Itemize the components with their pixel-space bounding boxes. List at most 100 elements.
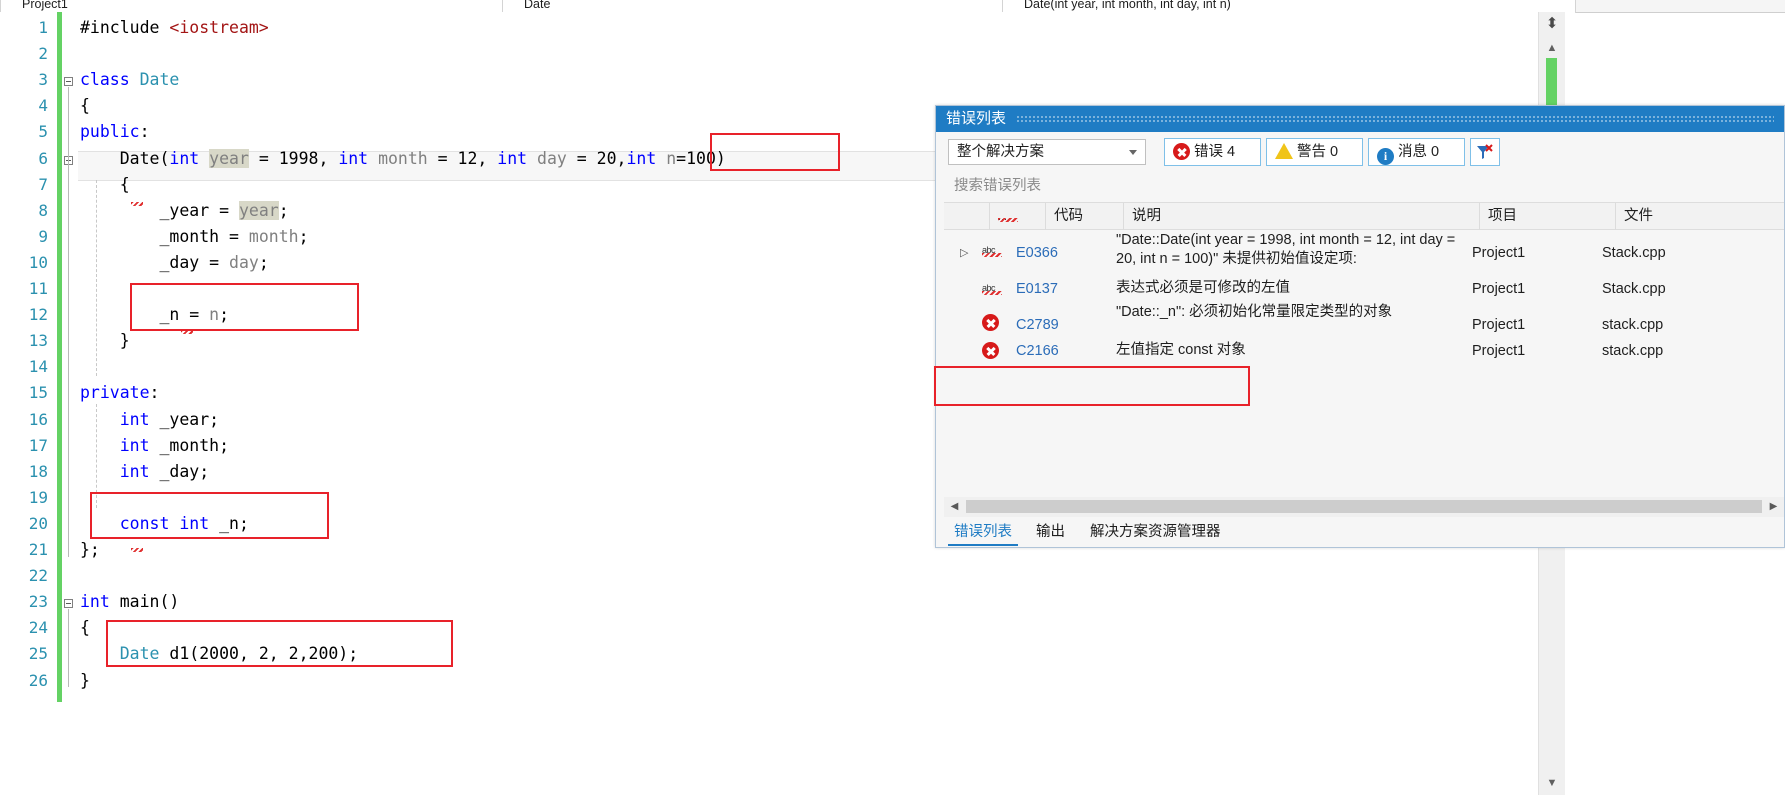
code-line: _month = month; (80, 226, 309, 246)
line-number: 5 (38, 122, 48, 142)
error-description: "Date::_n": 必须初始化常量限定类型的对象 (1116, 304, 1393, 320)
line-number: 2 (38, 44, 48, 64)
tab-solution-explorer[interactable]: 解决方案资源管理器 (1084, 520, 1227, 544)
table-row[interactable]: ▷ abc E0366 "Date::Date(int year = 1998, in… (944, 230, 1784, 278)
vs-ide-screenshot: Project1 Date Date(int year, int month, … (0, 0, 1785, 795)
line-number: 11 (28, 279, 48, 298)
line-number-gutter: 1 2 3 4 5 6 7 8 9 10 11 12 13 14 15 16 17 18 19 20 21 22 23 24 2… (0, 12, 56, 782)
table-row[interactable]: abc E0137 表达式必须是可修改的左值 Project1 Stack.cpp (944, 278, 1784, 302)
column-header-project[interactable]: 项目 (1480, 203, 1616, 230)
scope-filter-dropdown[interactable]: 整个解决方案 (948, 139, 1146, 165)
line-number: 4 (38, 96, 48, 116)
code-line: _day = day; (80, 252, 269, 272)
intellisense-error-icon: abc (982, 280, 1012, 299)
outlining-connector (68, 609, 69, 688)
error-list-horizontal-scrollbar[interactable]: ◀ ▶ (944, 497, 1784, 517)
error-code: E0137 (1016, 281, 1058, 297)
scope-filter-value: 整个解决方案 (957, 144, 1044, 160)
error-description: "Date::Date(int year = 1998, int month =… (1116, 232, 1456, 267)
code-line: Date(int year = 1998, int month = 12, in… (80, 148, 726, 168)
line-number: 26 (28, 670, 48, 690)
code-line: class Date (80, 70, 180, 90)
search-input[interactable]: 搜索错误列表 (946, 174, 1776, 198)
chevron-down-icon (1129, 150, 1137, 155)
clear-filter-icon[interactable] (1470, 138, 1500, 166)
code-line: #include <iostream> (80, 18, 269, 37)
error-panel-tabs: 错误列表 输出 解决方案资源管理器 (944, 517, 1784, 547)
line-number: 16 (28, 409, 48, 429)
code-line: int _year; (119, 409, 220, 429)
outlining-column[interactable] (64, 12, 78, 782)
column-header-description[interactable]: 说明 (1124, 203, 1480, 230)
intellisense-error-icon: abc (982, 242, 1012, 261)
column-header-file[interactable]: 文件 (1616, 203, 1785, 230)
errors-filter-button[interactable]: 错误 4 (1164, 138, 1261, 166)
intellisense-icon: ⋯ (998, 207, 1018, 224)
code-line: Date d1(2000, 2, 2,200); (119, 644, 359, 664)
line-number: 21 (28, 540, 48, 559)
line-number: 22 (28, 566, 48, 586)
scroll-left-arrow[interactable]: ◀ (946, 498, 963, 515)
line-number: 15 (28, 383, 48, 403)
scroll-up-arrow[interactable]: ▲ (1544, 40, 1560, 56)
code-line: _year = year; (80, 200, 289, 220)
line-number: 24 (28, 618, 48, 638)
error-list-title-bar: 错误列表 (936, 106, 1784, 132)
hscrollbar-thumb[interactable] (966, 500, 1762, 513)
split-view-icon[interactable]: ⬍ (1543, 14, 1561, 34)
line-number: 13 (28, 331, 48, 351)
tab-output[interactable]: 输出 (1030, 520, 1071, 544)
column-header-code[interactable]: 代码 (1046, 203, 1124, 230)
line-number: 20 (28, 513, 48, 533)
table-row[interactable]: C2789 "Date::_n": 必须初始化常量限定类型的对象 Project1 s… (944, 302, 1784, 340)
line-number: 6 (38, 148, 48, 168)
messages-filter-button[interactable]: i 消息 0 (1368, 138, 1465, 166)
error-grid-header: ⋯ 代码 说明 项目 文件 (944, 202, 1784, 230)
messages-filter-label: 消息 0 (1398, 144, 1440, 160)
line-number: 17 (28, 435, 48, 455)
line-number: 9 (38, 226, 48, 246)
error-file: stack.cpp (1602, 343, 1664, 359)
warnings-filter-button[interactable]: 警告 0 (1266, 138, 1363, 166)
line-number: 14 (28, 357, 48, 377)
code-line: } (80, 331, 130, 351)
column-header-icon[interactable]: ⋯ (990, 203, 1046, 230)
code-line: { (80, 618, 90, 638)
code-line: int main() (80, 592, 180, 612)
indent-guide (96, 404, 97, 508)
error-squiggle (131, 548, 143, 552)
error-list-title: 错误列表 (946, 110, 1007, 127)
line-number: 7 (38, 174, 48, 194)
expand-triangle-icon[interactable]: ▷ (960, 244, 982, 263)
code-line: { (80, 174, 130, 194)
error-code: C2166 (1016, 343, 1059, 359)
warning-icon (1275, 143, 1293, 159)
error-file: Stack.cpp (1602, 281, 1666, 297)
error-project: Project1 (1472, 317, 1526, 333)
outlining-collapse-box[interactable] (64, 599, 73, 609)
warnings-filter-label: 警告 0 (1297, 144, 1339, 160)
error-file: stack.cpp (1602, 317, 1664, 333)
error-list-toolbar: 整个解决方案 错误 4 警告 0 i 消息 0 (936, 132, 1784, 172)
line-number: 10 (28, 252, 48, 272)
error-list-panel: 错误列表 整个解决方案 错误 4 警告 0 i 消息 0 搜索错误列表 代码 说… (935, 105, 1785, 548)
tab-error-list[interactable]: 错误列表 (948, 520, 1018, 546)
column-header-spacer (944, 203, 990, 230)
scroll-down-arrow[interactable]: ▼ (1544, 775, 1560, 791)
code-line: }; (80, 540, 100, 559)
project-icon (7, 0, 18, 9)
error-file: Stack.cpp (1602, 245, 1666, 261)
scroll-right-arrow[interactable]: ▶ (1765, 498, 1782, 515)
drag-grip[interactable] (1016, 115, 1774, 123)
line-number: 18 (28, 461, 48, 481)
error-icon (982, 342, 1012, 361)
table-row[interactable]: C2166 左值指定 const 对象 Project1 stack.cpp (944, 340, 1784, 368)
error-code: E0366 (1016, 245, 1058, 261)
outlining-collapse-box[interactable] (64, 77, 73, 87)
tab-label: Date(int year, int month, int day, int n… (1024, 0, 1231, 11)
indent-guide (96, 180, 97, 376)
tab-label: Project1 (22, 0, 68, 11)
tab-label: Date (524, 0, 551, 11)
line-number: 25 (28, 644, 48, 664)
error-squiggle (131, 202, 143, 206)
